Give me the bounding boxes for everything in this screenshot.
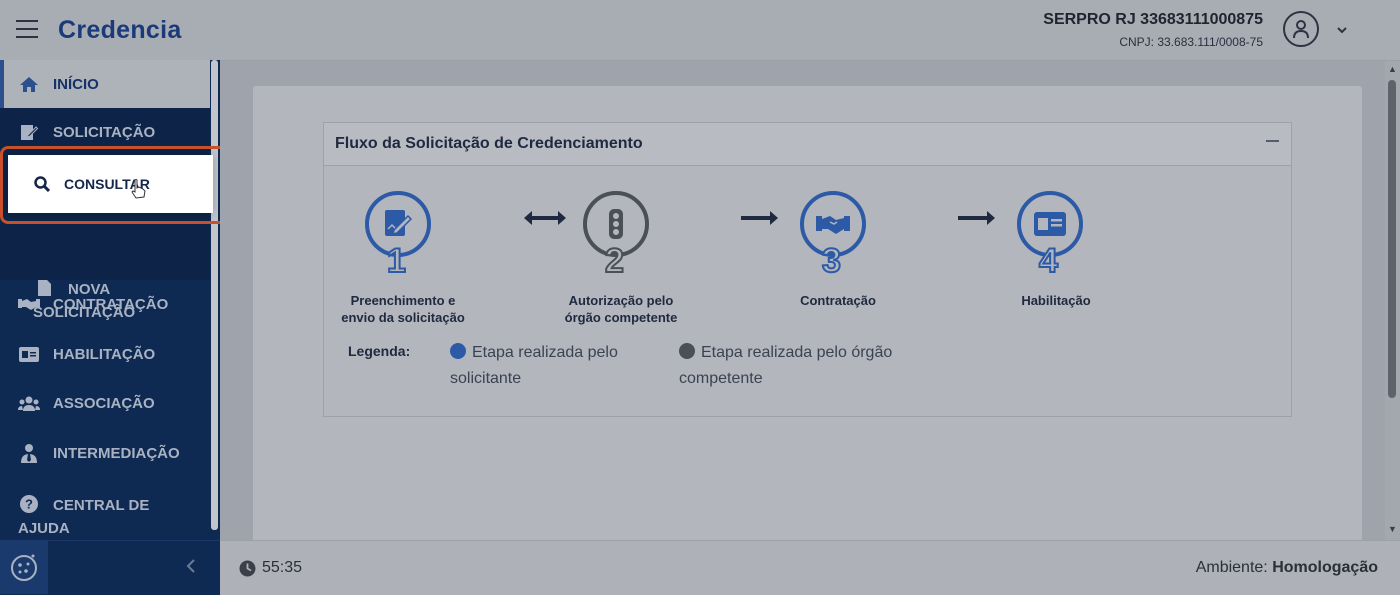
legend-text: competente [679, 370, 763, 387]
panel-header: Fluxo da Solicitação de Credenciamento [324, 123, 1291, 166]
footer: 55:35 Ambiente: Homologação [220, 540, 1400, 595]
top-header: Credencia SERPRO RJ 33683111000875 CNPJ:… [0, 0, 1400, 61]
id-card-icon [18, 346, 40, 362]
ambiente-value: Homologação [1272, 559, 1378, 576]
edit-document-icon [18, 123, 40, 141]
scroll-down-icon[interactable]: ▼ [1388, 524, 1397, 534]
sidebar-item-contratacao[interactable]: CONTRATAÇÃO [0, 280, 210, 328]
step-3-label: Contratação [765, 292, 911, 309]
handshake-icon [18, 297, 40, 311]
sidebar-scrollbar[interactable] [211, 60, 218, 530]
sidebar-item-central-de-ajuda[interactable]: ? CENTRAL DE AJUDA [0, 480, 210, 540]
legend-text: solicitante [450, 370, 522, 387]
user-cnpj: CNPJ: 33.683.111/0008-75 [1119, 35, 1263, 49]
sidebar: INÍCIO SOLICITAÇÃO NOVA SOLICITAÇÃO CONT… [0, 60, 220, 594]
traffic-light-icon [609, 209, 623, 239]
collapse-sidebar-icon[interactable] [186, 557, 196, 580]
ambiente-label: Ambiente: [1195, 559, 1268, 576]
app-logo[interactable]: Credencia [58, 16, 182, 45]
timer-value: 55:35 [262, 559, 303, 576]
sidebar-item-label: INTERMEDIAÇÃO [53, 444, 180, 462]
step-1-label: Preenchimento e envio da solicitação [330, 292, 476, 326]
legend-text: Etapa realizada pelo órgão [701, 344, 893, 361]
step-2-label: Autorização pelo órgão competente [548, 292, 694, 326]
sidebar-item-inicio[interactable]: INÍCIO [0, 60, 210, 108]
step-1-label-line1: Preenchimento e [350, 293, 456, 308]
cookie-icon[interactable] [0, 540, 48, 594]
minimize-icon[interactable] [1266, 131, 1280, 154]
sidebar-item-intermediacao[interactable]: INTERMEDIAÇÃO [0, 429, 210, 477]
scrollbar-thumb[interactable] [1388, 80, 1396, 398]
handshake-icon [816, 216, 850, 234]
sidebar-item-label: SOLICITAÇÃO [53, 123, 156, 141]
step-3-number: 3 [821, 241, 842, 281]
sidebar-item-label: INÍCIO [53, 75, 99, 93]
step-4-label-line1: Habilitação [1021, 293, 1091, 308]
user-name: SERPRO RJ 33683111000875 [1043, 11, 1263, 28]
highlight-box [0, 146, 236, 224]
legend-item-solicitante: Etapa realizada pelo solicitante [450, 340, 618, 392]
environment-label: Ambiente: Homologação [1196, 559, 1378, 577]
arrow-right-icon [740, 208, 780, 233]
step-4-number: 4 [1038, 241, 1059, 281]
step-1-label-line2: envio da solicitação [341, 310, 465, 325]
step-2-label-line1: Autorização pelo [568, 293, 674, 308]
sidebar-item-habilitacao[interactable]: HABILITAÇÃO [0, 330, 210, 378]
legend-text: Etapa realizada pelo [472, 344, 618, 361]
step-3-label-line1: Contratação [800, 293, 876, 308]
step-4-label: Habilitação [983, 292, 1129, 309]
sidebar-item-label: CONTRATAÇÃO [53, 295, 169, 313]
sidebar-item-label: HABILITAÇÃO [53, 345, 156, 363]
sidebar-item-label: CENTRAL DE AJUDA [18, 497, 150, 537]
step-1-number: 1 [386, 241, 407, 281]
arrow-right-icon [957, 208, 997, 233]
home-icon [18, 76, 40, 93]
scroll-up-icon[interactable]: ▲ [1388, 64, 1397, 74]
user-tie-icon [18, 443, 40, 463]
panel-title: Fluxo da Solicitação de Credenciamento [335, 135, 643, 152]
user-avatar-icon[interactable] [1283, 11, 1319, 47]
chevron-down-icon[interactable] [1336, 22, 1348, 40]
legend-label: Legenda: [348, 343, 411, 359]
sidebar-item-label: ASSOCIAÇÃO [53, 394, 155, 412]
id-card-icon [1034, 212, 1066, 236]
legend-dot-blue [450, 343, 466, 359]
menu-icon[interactable] [16, 20, 38, 38]
sidebar-item-associacao[interactable]: ASSOCIAÇÃO [0, 379, 210, 427]
legend-item-orgao: Etapa realizada pelo órgão competente [679, 340, 892, 392]
edit-document-icon [385, 210, 413, 236]
clock-icon [239, 560, 256, 576]
session-timer: 55:35 [239, 559, 302, 577]
step-2-number: 2 [604, 241, 625, 281]
double-arrow-icon [522, 208, 568, 233]
step-2-label-line2: órgão competente [564, 310, 678, 325]
legend-dot-gray [679, 343, 695, 359]
users-icon [18, 396, 40, 411]
